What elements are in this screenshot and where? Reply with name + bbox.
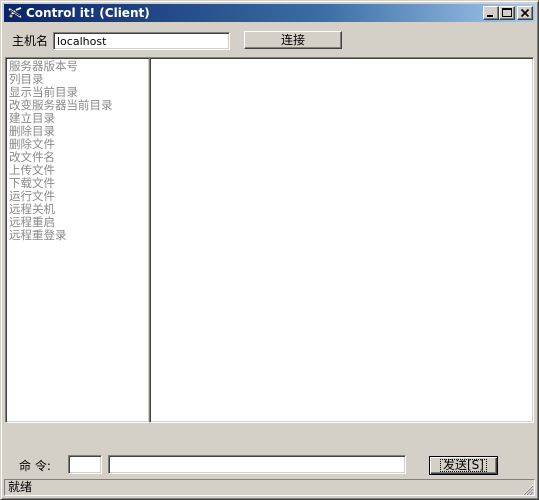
caption-buttons bbox=[483, 6, 533, 20]
maximize-button[interactable] bbox=[499, 6, 515, 20]
status-bar: 就绪 bbox=[4, 479, 535, 497]
close-icon bbox=[520, 8, 530, 18]
close-button[interactable] bbox=[517, 6, 533, 20]
app-logo-icon[interactable] bbox=[7, 5, 23, 21]
connect-button[interactable]: 连接 bbox=[244, 31, 342, 49]
resize-grip-icon[interactable] bbox=[522, 484, 534, 496]
send-button[interactable]: 发送[S] bbox=[429, 456, 498, 475]
minimize-icon bbox=[487, 15, 493, 17]
host-label: 主机名 bbox=[12, 34, 49, 48]
output-area[interactable] bbox=[149, 57, 534, 423]
minimize-button[interactable] bbox=[483, 6, 499, 20]
command-args-input[interactable] bbox=[108, 455, 406, 474]
maximize-icon bbox=[502, 8, 512, 17]
status-text: 就绪 bbox=[4, 479, 535, 496]
command-list[interactable]: 服务器版本号 列目录 显示当前目录 改变服务器当前目录 建立目录 删除目录 删除文件 改文件名… bbox=[5, 57, 150, 423]
command-label: 命 令: bbox=[19, 459, 51, 473]
window-title: Control it! (Client) bbox=[26, 6, 150, 20]
main-window: Control it! (Client) 主机名 连接 服务器版本号列目 bbox=[0, 0, 539, 500]
title-bar[interactable]: Control it! (Client) bbox=[4, 4, 535, 22]
command-code-input[interactable] bbox=[68, 455, 102, 474]
host-input[interactable] bbox=[53, 32, 230, 50]
command-list-item[interactable]: 远程重登录 bbox=[6, 229, 149, 242]
send-button-label: 发送[S] bbox=[440, 459, 487, 472]
